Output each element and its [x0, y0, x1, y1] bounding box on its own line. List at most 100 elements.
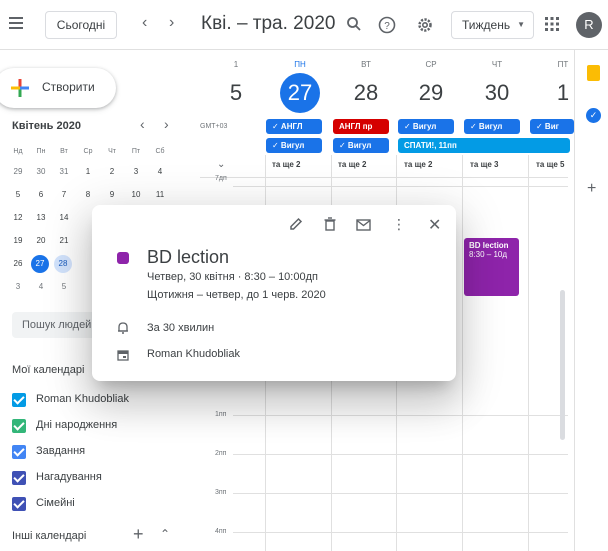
day-number[interactable]: 29	[411, 73, 451, 113]
hour-label: 2пп	[215, 450, 227, 457]
day-number[interactable]: 5	[216, 73, 256, 113]
mini-day[interactable]: 28	[54, 255, 72, 273]
mini-calendar-title: Квітень 2020	[12, 120, 81, 132]
checkbox-icon[interactable]	[12, 419, 26, 433]
chevron-right-icon[interactable]: ›	[169, 14, 174, 32]
create-button[interactable]: Створити	[0, 68, 116, 108]
view-label: Тиждень	[462, 18, 511, 32]
mini-day[interactable]: 5	[54, 278, 74, 296]
chevron-left-icon[interactable]: ‹	[142, 14, 147, 32]
mini-dow-label: Нд	[13, 148, 23, 155]
mini-day[interactable]: 20	[31, 232, 51, 250]
mini-day[interactable]: 6	[31, 186, 51, 204]
day-number[interactable]: 28	[346, 73, 386, 113]
add-addon-icon[interactable]: +	[587, 180, 596, 198]
all-day-event-chip[interactable]: ✓ АНГЛ	[266, 119, 322, 134]
mini-dow-label: Сб	[155, 148, 165, 155]
apps-grid-icon[interactable]	[545, 17, 559, 31]
mini-day[interactable]: 21	[54, 232, 74, 250]
mini-day[interactable]: 3	[126, 163, 146, 181]
mini-day[interactable]: 9	[102, 186, 122, 204]
all-day-event-chip[interactable]: ✓ Вигул	[464, 119, 520, 134]
checkbox-icon[interactable]	[12, 497, 26, 511]
day-column-header[interactable]: СР 29	[398, 60, 464, 113]
close-icon[interactable]: ✕	[428, 215, 441, 235]
date-range-title: Кві. – тра. 2020	[201, 13, 336, 34]
search-icon[interactable]	[346, 16, 362, 37]
mini-prev-icon[interactable]: ‹	[140, 116, 145, 132]
tasks-icon[interactable]: ✓	[586, 108, 601, 123]
settings-icon[interactable]	[416, 16, 434, 39]
mini-day[interactable]: 13	[31, 209, 51, 227]
mini-day[interactable]: 11	[150, 186, 170, 204]
popup-reminder: За 30 хвилин	[147, 322, 215, 334]
mini-day[interactable]: 4	[31, 278, 51, 296]
help-icon[interactable]: ?	[378, 16, 396, 39]
mini-day[interactable]: 27	[31, 255, 49, 273]
mini-day[interactable]: 3	[8, 278, 28, 296]
day-column-header[interactable]: ПН 27	[267, 60, 333, 113]
mini-day[interactable]: 8	[78, 186, 98, 204]
mini-day[interactable]: 29	[8, 163, 28, 181]
collapse-icon[interactable]: ⌃	[160, 527, 170, 541]
checkbox-icon[interactable]	[12, 445, 26, 459]
checkbox-icon[interactable]	[12, 471, 26, 485]
keep-icon[interactable]	[587, 65, 600, 81]
calendar-label: Нагадування	[36, 471, 102, 483]
day-column-divider	[462, 155, 463, 551]
more-events-link[interactable]: та ще 2	[338, 160, 366, 169]
all-day-event-chip[interactable]: ✓ Виг	[530, 119, 574, 134]
more-options-icon[interactable]: ⋮	[392, 217, 406, 231]
mini-next-icon[interactable]: ›	[164, 116, 169, 132]
mini-day[interactable]: 14	[54, 209, 74, 227]
menu-icon[interactable]	[9, 17, 23, 29]
mini-day[interactable]: 10	[126, 186, 146, 204]
all-day-event-chip[interactable]: АНГЛ пр	[333, 119, 389, 134]
checkbox-icon[interactable]	[12, 393, 26, 407]
day-column-header[interactable]: 15	[216, 60, 256, 113]
more-events-link[interactable]: та ще 2	[272, 160, 300, 169]
day-of-week-label: ЧТ	[491, 60, 503, 69]
all-day-event-chip[interactable]: ✓ Вигул	[398, 119, 454, 134]
more-events-link[interactable]: та ще 5	[536, 160, 564, 169]
timezone-label: GMT+03	[200, 123, 228, 130]
mini-day[interactable]: 2	[102, 163, 122, 181]
mini-day[interactable]: 26	[8, 255, 28, 273]
email-icon[interactable]	[356, 218, 371, 236]
today-button[interactable]: Сьогодні	[45, 11, 117, 39]
other-calendars-title: Інші календарі	[12, 530, 87, 542]
day-of-week-label: 1	[233, 60, 239, 69]
event-details-popup: ⋮ ✕ BD lection Четвер, 30 квітня · 8:30 …	[92, 205, 456, 381]
day-column-header[interactable]: ВТ 28	[333, 60, 399, 113]
day-number[interactable]: 27	[280, 73, 320, 113]
bell-icon	[117, 321, 129, 339]
mini-day[interactable]: 1	[78, 163, 98, 181]
mini-day[interactable]: 5	[8, 186, 28, 204]
all-day-event-chip[interactable]: ✓ Вигул	[333, 138, 389, 153]
event-title: BD lection	[469, 241, 509, 250]
all-day-event-chip[interactable]: ✓ Вигул	[266, 138, 322, 153]
view-selector[interactable]: Тиждень ▼	[451, 11, 534, 39]
add-calendar-icon[interactable]: +	[133, 524, 144, 545]
calendar-event[interactable]: BD lection 8:30 – 10д	[464, 238, 519, 296]
more-events-link[interactable]: та ще 2	[404, 160, 432, 169]
day-column-header[interactable]: ЧТ 30	[464, 60, 530, 113]
avatar[interactable]: R	[576, 12, 602, 38]
popup-event-title: BD lection	[147, 247, 230, 267]
mini-day[interactable]: 19	[8, 232, 28, 250]
edit-icon[interactable]	[289, 217, 303, 236]
mini-day[interactable]: 12	[8, 209, 28, 227]
expand-allday-icon[interactable]: ⌄	[217, 159, 225, 170]
mini-day[interactable]: 4	[150, 163, 170, 181]
mini-day[interactable]: 31	[54, 163, 74, 181]
grid-scrollbar[interactable]	[560, 290, 565, 440]
all-day-event-chip[interactable]: СПАТИ!, 11пп	[398, 138, 570, 153]
day-number[interactable]: 30	[477, 73, 517, 113]
hour-label: 3пп	[215, 489, 227, 496]
more-events-link[interactable]: та ще 3	[470, 160, 498, 169]
mini-day[interactable]: 30	[31, 163, 51, 181]
my-calendars-title[interactable]: Мої календарі	[12, 364, 84, 376]
delete-icon[interactable]	[323, 217, 337, 236]
hour-divider	[233, 186, 568, 187]
mini-day[interactable]: 7	[54, 186, 74, 204]
